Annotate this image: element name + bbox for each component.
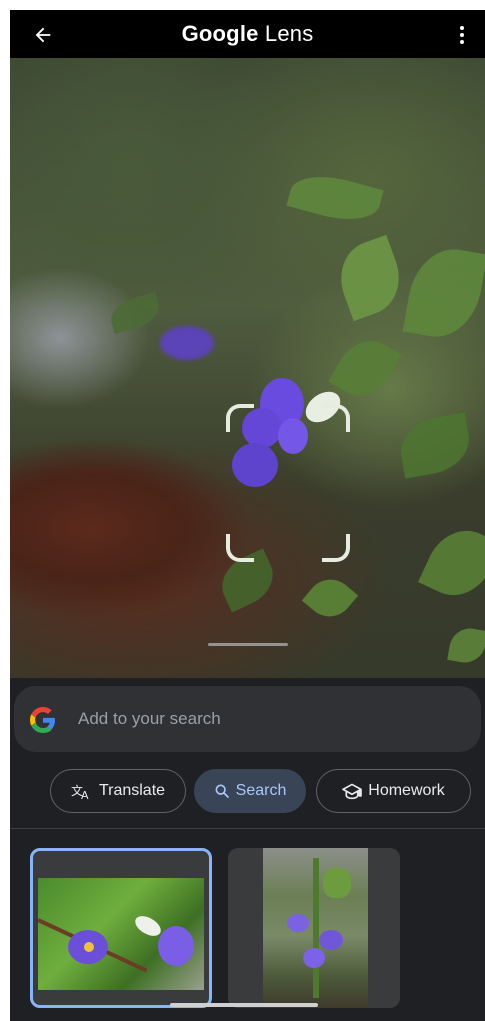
more-vertical-icon[interactable] (449, 20, 475, 50)
search-icon (214, 783, 230, 799)
search-chip[interactable]: Search (194, 769, 306, 813)
panel-divider (10, 828, 485, 829)
background-flower (160, 326, 214, 360)
result-image (263, 848, 368, 1008)
lens-screen: Google Lens Add to your search 文 A Trans… (10, 10, 485, 1021)
svg-text:A: A (81, 789, 89, 800)
search-placeholder: Add to your search (78, 709, 221, 728)
app-title: Google Lens (10, 21, 485, 47)
search-label: Search (235, 782, 287, 799)
translate-chip[interactable]: 文A Translate (50, 769, 186, 813)
translate-label: Translate (98, 782, 166, 799)
top-bar: Google Lens (10, 10, 485, 58)
result-thumbnail-selected[interactable] (30, 848, 212, 1008)
selection-frame[interactable] (226, 404, 350, 562)
result-thumbnail[interactable] (228, 848, 400, 1008)
graduation-cap-icon (342, 782, 363, 800)
google-g-icon (29, 707, 56, 733)
camera-image[interactable] (10, 58, 485, 678)
title-product: Lens (264, 21, 314, 46)
action-chips: 文A Translate Search Homework (10, 760, 485, 818)
drag-handle[interactable] (208, 643, 288, 646)
translate-icon: 文A (71, 782, 93, 800)
result-image (38, 878, 204, 990)
homework-chip[interactable]: Homework (316, 769, 471, 813)
home-indicator[interactable] (170, 1003, 318, 1007)
homework-label: Homework (368, 782, 445, 799)
search-box[interactable]: Add to your search (14, 686, 481, 752)
title-brand: Google (181, 21, 259, 46)
results-panel: Add to your search 文A Translate Search H… (10, 678, 485, 1021)
